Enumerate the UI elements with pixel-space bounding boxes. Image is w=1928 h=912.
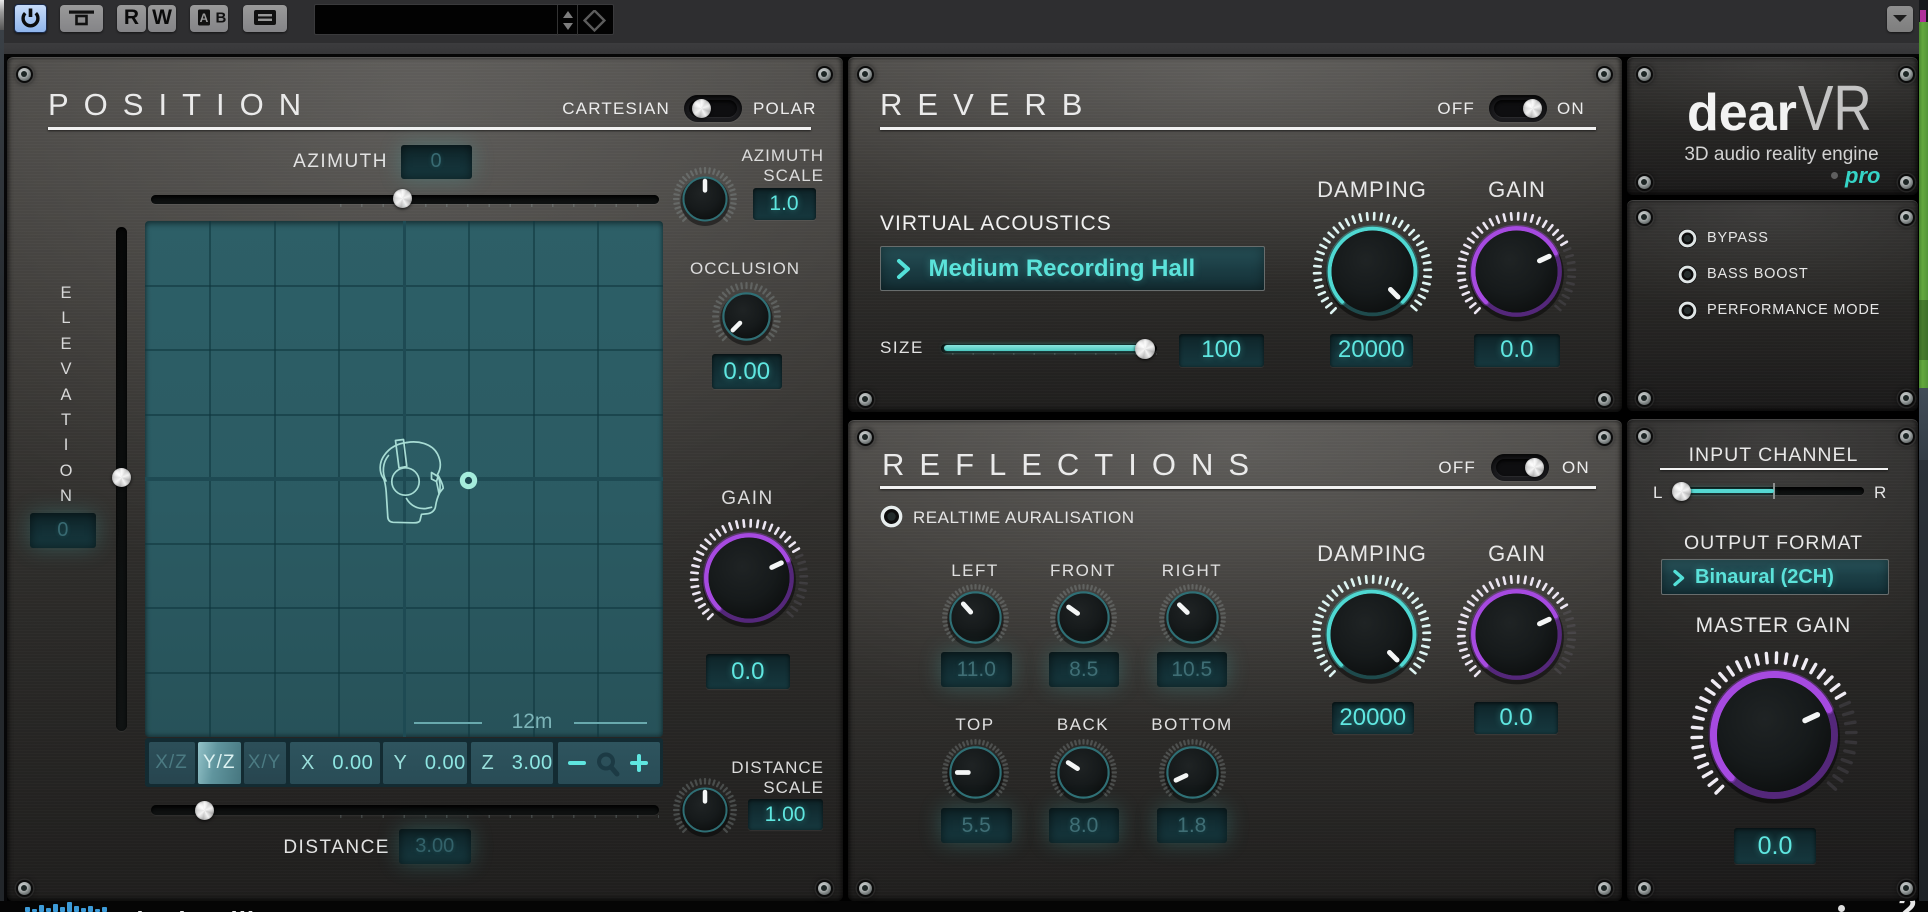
svg-text:A: A [200,11,209,25]
svg-text:B: B [216,10,227,27]
